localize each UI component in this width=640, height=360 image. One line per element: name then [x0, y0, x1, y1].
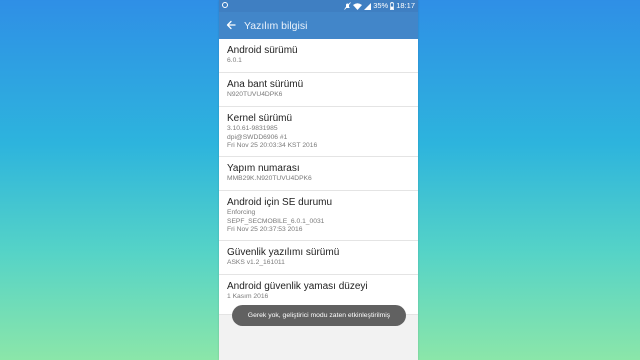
list-item-baseband-version[interactable]: Ana bant sürümü N920TUVU4DPK6 [219, 73, 418, 107]
status-icons: 35% 18:17 [344, 0, 415, 12]
item-title: Yapım numarası [227, 163, 300, 174]
item-value: MMB29K.N920TUVU4DPK6 [227, 175, 312, 182]
list-item-se-status[interactable]: Android için SE durumu Enforcing SEPF_SE… [219, 191, 418, 241]
item-value: ASKS v1.2_161011 [227, 259, 285, 266]
silent-icon [344, 2, 352, 10]
page-title: Yazılım bilgisi [244, 19, 308, 32]
item-value: N920TUVU4DPK6 [227, 91, 283, 98]
item-title: Android sürümü [227, 45, 298, 56]
notification-circle-icon [222, 2, 228, 8]
item-value: Enforcing [227, 209, 256, 216]
arrow-left-icon [226, 17, 236, 35]
item-value: 3.10.61-9831985 [227, 125, 278, 132]
list-item-android-version[interactable]: Android sürümü 6.0.1 [219, 39, 418, 73]
battery-icon [390, 2, 395, 10]
item-title: Android için SE durumu [227, 197, 333, 208]
item-value: 6.0.1 [227, 57, 242, 64]
item-value: dpi@SWDD6906 #1 [227, 133, 288, 141]
item-title: Ana bant sürümü [227, 79, 304, 90]
settings-list: Android sürümü 6.0.1 Ana bant sürümü N92… [219, 39, 418, 315]
signal-icon [364, 2, 372, 10]
item-title: Kernel sürümü [227, 113, 293, 124]
item-value: 1 Kasım 2016 [227, 293, 269, 300]
item-value: SEPF_SECMOBILE_6.0.1_0031 [227, 217, 325, 225]
clock: 18:17 [396, 1, 415, 10]
status-bar: 35% 18:17 [219, 0, 418, 12]
toast-message: Gerek yok, geliştirici modu zaten etkinl… [232, 305, 406, 326]
list-item-security-software-version[interactable]: Güvenlik yazılımı sürümü ASKS v1.2_16101… [219, 241, 418, 275]
item-title: Android güvenlik yaması düzeyi [227, 281, 368, 292]
item-title: Güvenlik yazılımı sürümü [227, 247, 340, 258]
item-value: Fri Nov 25 20:37:53 2016 [227, 226, 303, 233]
item-value: Fri Nov 25 20:03:34 KST 2016 [227, 142, 318, 149]
app-bar: Yazılım bilgisi [219, 12, 418, 39]
back-button[interactable] [220, 12, 242, 39]
list-item-build-number[interactable]: Yapım numarası MMB29K.N920TUVU4DPK6 [219, 157, 418, 191]
battery-percent: 35% [373, 1, 389, 10]
wifi-icon [353, 2, 363, 10]
list-item-kernel-version[interactable]: Kernel sürümü 3.10.61-9831985 dpi@SWDD69… [219, 107, 418, 157]
